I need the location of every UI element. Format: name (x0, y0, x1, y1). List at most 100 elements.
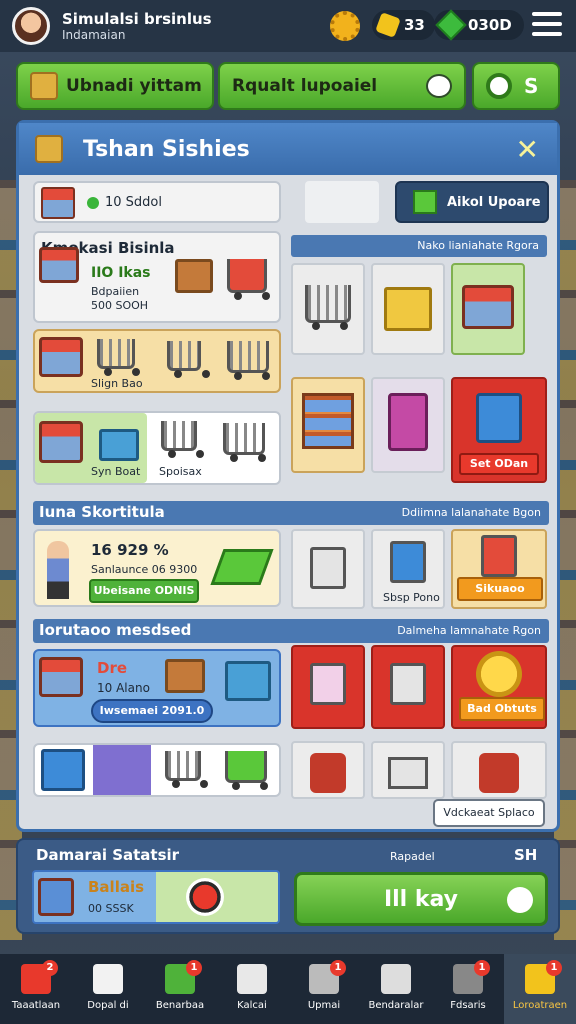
shop-icon (41, 187, 75, 219)
price-line-2: Bdpaiien (91, 285, 140, 298)
gear-icon[interactable] (330, 11, 360, 41)
mission-button[interactable]: Ubnadi yittam (16, 62, 214, 110)
vending-machine-icon (388, 393, 428, 451)
info-icon (507, 887, 533, 913)
item-cart[interactable] (291, 263, 365, 355)
requests-button[interactable]: Rqualt lupoaiel (218, 62, 466, 110)
nav-icon (381, 964, 411, 994)
section-3-bar: Iorutaoo mesdsed Dalmeha lamnahate Rgon (33, 619, 549, 643)
box-icon (35, 135, 63, 163)
cart-icon (210, 549, 274, 585)
cart-icon (227, 341, 269, 380)
keys-value: 33 (404, 16, 425, 34)
settings-label: S (524, 74, 539, 98)
app-subtitle: Indamaian (62, 28, 126, 42)
menu-icon[interactable] (532, 12, 562, 36)
booth-label: Sbsp Pono (383, 591, 440, 604)
nav-label: Bendaralar (368, 1000, 424, 1011)
item-machine[interactable] (451, 741, 547, 799)
upgrade-icon (413, 190, 437, 214)
item-locker[interactable] (291, 741, 365, 799)
item-booth[interactable]: Sbsp Pono (371, 529, 445, 609)
cart-icon (305, 285, 351, 330)
item-vending[interactable] (371, 377, 445, 473)
machine-icon (479, 753, 519, 793)
gems-value: 030D (468, 16, 512, 34)
item-fridge[interactable] (371, 645, 445, 729)
item-special[interactable]: Set ODan (451, 377, 547, 483)
item-kiosk[interactable] (291, 529, 365, 609)
coin-icon (476, 651, 522, 697)
market-stall-icon (39, 657, 83, 697)
panel-header: Tshan Sishies ✕ (19, 123, 557, 175)
summary-score: SH (514, 846, 538, 864)
shelf-icon (302, 393, 354, 449)
nav-label: Kalcai (237, 1000, 267, 1011)
product-card-3[interactable]: Syn Boat Spoisax (33, 411, 281, 485)
cart-icon (167, 341, 201, 378)
cart-icon (227, 259, 267, 300)
price-a: Dre (97, 659, 128, 677)
summary-card[interactable]: Ballais 00 SSSK (32, 870, 280, 924)
item-coin[interactable]: Bad Obtuts (451, 645, 547, 729)
crate-icon (175, 259, 213, 293)
nav-label: Dopal di (87, 1000, 129, 1011)
play-label: Ill kay (383, 886, 459, 912)
stock-card[interactable]: 10 Sddol (33, 181, 281, 223)
nav-badge: 1 (474, 960, 490, 976)
key-icon (375, 12, 401, 38)
play-button[interactable]: Ill kay (294, 872, 548, 926)
hire-button[interactable]: Ubeisane ODNIS (89, 579, 199, 603)
nav-item-7[interactable]: Loroatraen 1 (504, 954, 576, 1024)
nav-item-4[interactable]: Upmai 1 (288, 954, 360, 1024)
item-plant-box[interactable] (371, 263, 445, 355)
nav-item-5[interactable]: Bendaralar (360, 954, 432, 1024)
section-3-title: Iorutaoo mesdsed (39, 621, 192, 639)
close-icon[interactable]: ✕ (516, 133, 539, 166)
staff-card[interactable]: 16 929 % Sanlaunce 06 9300 Ubeisane ODNI… (33, 529, 281, 607)
nav-badge: 2 (42, 960, 58, 976)
item-register[interactable]: Sikuaoo (451, 529, 547, 609)
nav-badge: 1 (546, 960, 562, 976)
avatar[interactable] (12, 7, 50, 45)
stock-text: 10 Sddol (87, 195, 162, 210)
nav-icon (93, 964, 123, 994)
view-more-button[interactable]: Vdckaeat Splaco (433, 799, 545, 827)
nav-label: Upmai (307, 1000, 341, 1011)
crate-icon (165, 659, 205, 693)
nav-item-0[interactable]: Taaatlaan 2 (0, 954, 72, 1024)
nav-item-6[interactable]: Fdsaris 1 (432, 954, 504, 1024)
keys-counter[interactable]: 33 (372, 10, 435, 40)
nav-item-1[interactable]: Dopal di (72, 954, 144, 1024)
section-2-title: Iuna Skortitula (39, 503, 165, 521)
price-b: 10 Alano (97, 681, 150, 695)
booth-icon (390, 541, 426, 583)
tag-label: Syn Boat (91, 465, 141, 478)
product-card-2[interactable]: Slign Bao (33, 329, 281, 393)
nav-icon (237, 964, 267, 994)
tag-label: Slign Bao (91, 377, 143, 390)
nav-badge: 1 (330, 960, 346, 976)
item-store[interactable] (451, 263, 525, 355)
settings-button[interactable]: S (472, 62, 560, 110)
nav-item-2[interactable]: Benarbaa 1 (144, 954, 216, 1024)
gems-counter[interactable]: 030D (434, 9, 524, 41)
delivery-card[interactable]: Dre 10 Alano Iwsemaei 2091.0 (33, 649, 281, 727)
product-card-1[interactable]: Kmokasi Bisinla IIO Ikas Bdpaiien 500 SO… (33, 231, 281, 323)
register-tag: Sikuaoo (457, 577, 543, 601)
upgrade-button[interactable]: Aikol Upoare (395, 181, 549, 223)
nav-item-3[interactable]: Kalcai (216, 954, 288, 1024)
delivery-button[interactable]: Iwsemaei 2091.0 (91, 699, 213, 723)
bottom-nav: Taaatlaan 2 Dopal di Benarbaa 1 Kalcai Upm… (0, 954, 576, 1024)
chat-icon (426, 74, 452, 98)
item-shelf[interactable] (291, 377, 365, 473)
crate-icon (225, 661, 271, 701)
cart-icon (165, 751, 201, 788)
item-counter[interactable] (371, 741, 445, 799)
price-line-1: IIO Ikas (91, 265, 151, 281)
item-red-cart[interactable] (291, 645, 365, 729)
staff-subline: Sanlaunce 06 9300 (91, 563, 198, 576)
bin-icon (476, 393, 522, 443)
section-2-hint: Ddiimna lalanahate Bgon (401, 506, 541, 519)
product-card-4[interactable] (33, 743, 281, 797)
